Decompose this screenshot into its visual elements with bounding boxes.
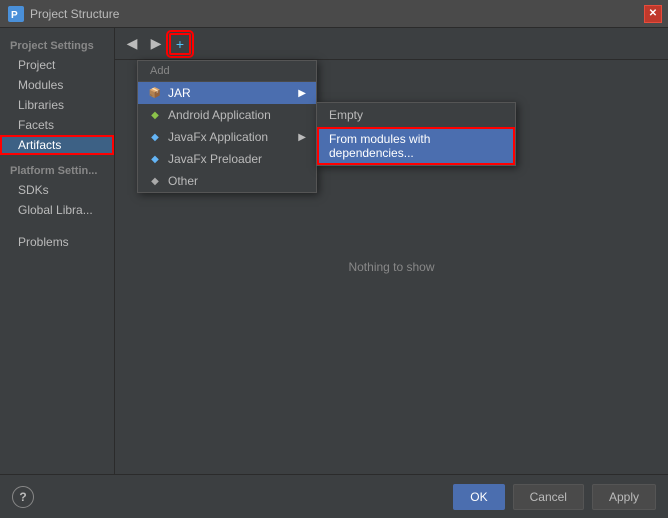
jar-submenu[interactable]: Empty From modules with dependencies... — [316, 102, 516, 166]
right-panel: ◀ ▶ + Nothing to show Add 📦 JAR ▶ Empty — [115, 28, 668, 474]
sidebar-item-facets[interactable]: Facets — [0, 115, 114, 135]
javafx-preloader-icon: ◆ — [148, 152, 162, 166]
add-menu-header: Add — [138, 61, 316, 82]
sidebar-item-problems[interactable]: Problems — [0, 232, 114, 252]
cancel-button[interactable]: Cancel — [513, 484, 584, 510]
javafx-app-label: JavaFx Application — [168, 130, 268, 144]
add-button[interactable]: + — [169, 33, 191, 55]
jar-icon: 📦 — [148, 86, 162, 100]
svg-text:P: P — [11, 10, 18, 21]
submenu-from-modules[interactable]: From modules with dependencies... — [317, 127, 515, 165]
ok-button[interactable]: OK — [453, 484, 504, 510]
sidebar-item-sdks[interactable]: SDKs — [0, 180, 114, 200]
javafx-app-icon: ◆ — [148, 130, 162, 144]
jar-label: JAR — [168, 86, 191, 100]
toolbar: ◀ ▶ + — [115, 28, 668, 60]
sidebar-item-global-libraries[interactable]: Global Libra... — [0, 200, 114, 220]
other-icon: ◆ — [148, 174, 162, 188]
title-bar: P Project Structure ✕ — [0, 0, 668, 28]
title-bar-text: Project Structure — [30, 7, 660, 21]
android-icon: ◆ — [148, 108, 162, 122]
javafx-app-arrow: ▶ — [298, 132, 306, 143]
sidebar-item-libraries[interactable]: Libraries — [0, 95, 114, 115]
submenu-empty[interactable]: Empty — [317, 103, 515, 127]
platform-settings-title: Platform Settin... — [0, 155, 114, 180]
add-menu[interactable]: Add 📦 JAR ▶ Empty From modules with depe… — [137, 60, 317, 193]
project-settings-title: Project Settings — [0, 34, 114, 55]
bottom-bar: ? OK Cancel Apply — [0, 474, 668, 518]
javafx-preloader-label: JavaFx Preloader — [168, 152, 262, 166]
menu-item-javafx-app[interactable]: ◆ JavaFx Application ▶ — [138, 126, 316, 148]
menu-item-jar[interactable]: 📦 JAR ▶ Empty From modules with dependen… — [138, 82, 316, 104]
sidebar-item-modules[interactable]: Modules — [0, 75, 114, 95]
android-label: Android Application — [168, 108, 271, 122]
menu-item-javafx-preloader[interactable]: ◆ JavaFx Preloader — [138, 148, 316, 170]
apply-button[interactable]: Apply — [592, 484, 656, 510]
forward-button[interactable]: ▶ — [145, 33, 167, 55]
jar-arrow: ▶ — [298, 88, 306, 99]
sidebar-item-project[interactable]: Project — [0, 55, 114, 75]
nothing-to-show-text: Nothing to show — [348, 260, 434, 274]
menu-item-android[interactable]: ◆ Android Application — [138, 104, 316, 126]
help-button[interactable]: ? — [12, 486, 34, 508]
close-button[interactable]: ✕ — [644, 5, 662, 23]
app-icon: P — [8, 6, 24, 22]
other-label: Other — [168, 174, 198, 188]
menu-item-other[interactable]: ◆ Other — [138, 170, 316, 192]
back-button[interactable]: ◀ — [121, 33, 143, 55]
main-content: Project Settings Project Modules Librari… — [0, 28, 668, 474]
sidebar: Project Settings Project Modules Librari… — [0, 28, 115, 474]
sidebar-item-artifacts[interactable]: Artifacts — [0, 135, 114, 155]
